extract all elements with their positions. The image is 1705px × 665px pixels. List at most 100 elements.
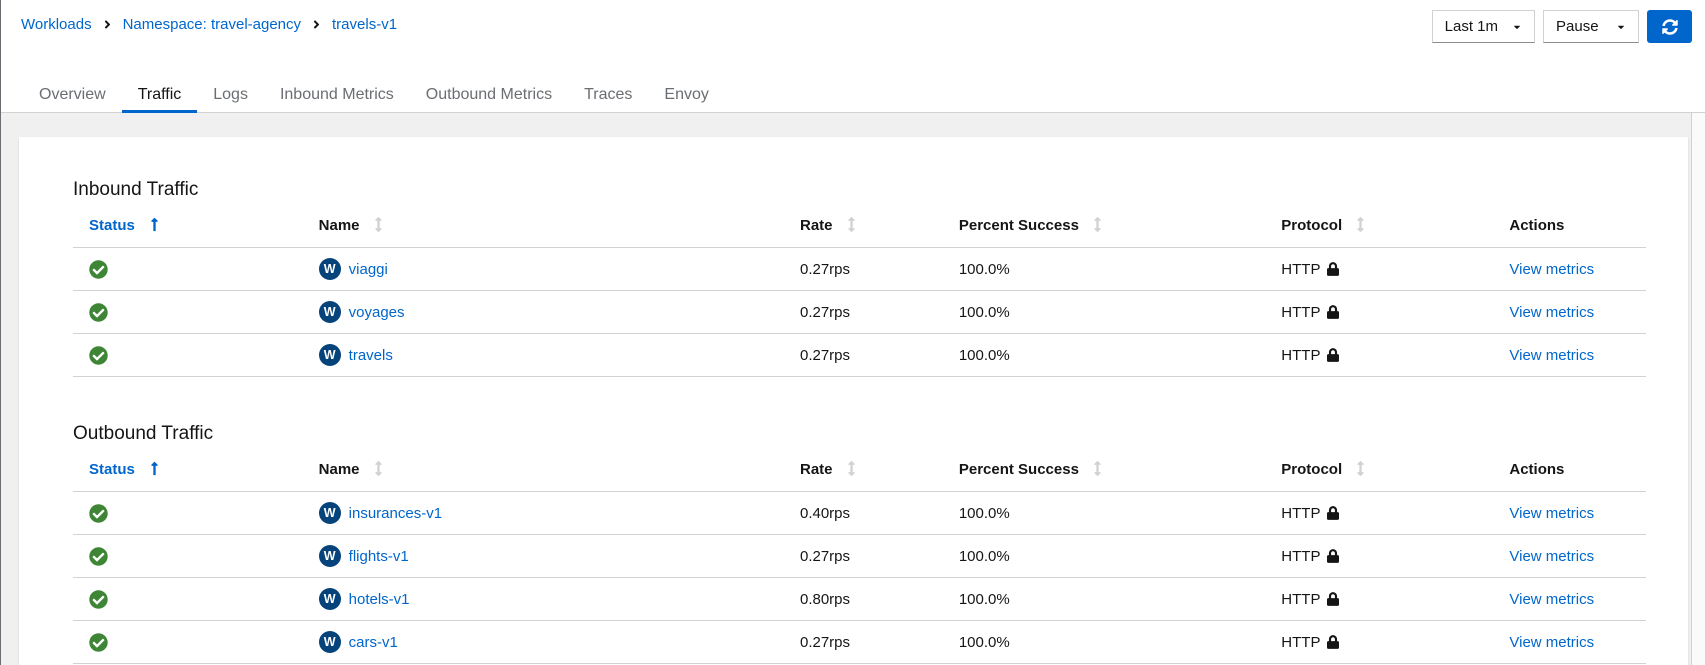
percent-success-value: 100.0%: [958, 590, 1010, 608]
scrollbar-track[interactable]: [1691, 113, 1705, 665]
lock-icon: [1327, 506, 1340, 520]
refresh-button[interactable]: [1647, 10, 1692, 43]
table-row: W voyages 0.27rps 100.0% HTTP View metri…: [73, 290, 1646, 334]
caret-down-icon: [1512, 22, 1522, 32]
workload-badge: W: [318, 301, 341, 323]
view-metrics-link[interactable]: View metrics: [1509, 505, 1594, 522]
percent-success-cell: 100.0%: [942, 491, 1266, 535]
column-header-status[interactable]: Status: [73, 209, 303, 248]
sort-icon: [1093, 461, 1102, 476]
workload-link[interactable]: flights-v1: [349, 548, 409, 565]
rate-value: 0.27rps: [799, 303, 851, 321]
tab-traces[interactable]: Traces: [568, 79, 648, 112]
rate-cell: 0.27rps: [783, 247, 943, 291]
name-cell: W hotels-v1: [302, 577, 784, 621]
rate-value: 0.27rps: [799, 346, 851, 364]
table-row: W insurances-v1 0.40rps 100.0% HTTP View…: [73, 491, 1646, 535]
column-header-rate[interactable]: Rate: [783, 453, 943, 492]
column-header-actions: Actions: [1493, 453, 1646, 492]
column-header-name[interactable]: Name: [302, 209, 784, 248]
workload-link[interactable]: hotels-v1: [349, 591, 410, 608]
tab-envoy[interactable]: Envoy: [648, 79, 724, 112]
column-header-percent-success[interactable]: Percent Success: [942, 453, 1266, 492]
table-row: W travels 0.27rps 100.0% HTTP View metri…: [73, 333, 1646, 377]
lock-icon: [1327, 348, 1340, 362]
tab-traffic[interactable]: Traffic: [121, 79, 198, 113]
percent-success-value: 100.0%: [958, 260, 1010, 278]
column-header-rate[interactable]: Rate: [783, 209, 943, 248]
actions-cell: View metrics: [1493, 577, 1646, 621]
rate-value: 0.40rps: [799, 504, 851, 522]
breadcrumb-link[interactable]: travels-v1: [332, 16, 397, 33]
workload-link[interactable]: voyages: [349, 304, 405, 321]
tab-logs[interactable]: Logs: [197, 79, 264, 112]
view-metrics-link[interactable]: View metrics: [1509, 347, 1594, 364]
view-metrics-link[interactable]: View metrics: [1509, 591, 1594, 608]
rate-cell: 0.27rps: [783, 620, 943, 664]
breadcrumb-link[interactable]: Namespace: travel-agency: [123, 16, 301, 33]
column-header-label: Percent Success: [958, 217, 1079, 234]
caret-down-icon: [1616, 22, 1626, 32]
rate-cell: 0.27rps: [783, 333, 943, 377]
protocol-value: HTTP: [1281, 633, 1321, 651]
view-metrics-link[interactable]: View metrics: [1509, 304, 1594, 321]
percent-success-cell: 100.0%: [942, 534, 1266, 578]
health-ok-icon: [89, 259, 287, 279]
protocol-value: HTTP: [1281, 260, 1321, 278]
workload-link[interactable]: cars-v1: [349, 634, 398, 651]
column-header-label: Name: [318, 217, 360, 234]
duration-select[interactable]: Last 1m: [1431, 10, 1535, 43]
percent-success-value: 100.0%: [958, 504, 1010, 522]
protocol-value: HTTP: [1281, 590, 1321, 608]
tab-label: Traces: [584, 86, 633, 103]
sort-icon: [1093, 217, 1102, 232]
name-cell: W viaggi: [302, 247, 784, 291]
percent-success-value: 100.0%: [958, 303, 1010, 321]
tab-label: Logs: [213, 86, 248, 103]
workload-link[interactable]: insurances-v1: [349, 505, 442, 522]
protocol-cell: HTTP: [1265, 577, 1494, 621]
status-cell: [73, 491, 303, 535]
column-header-label: Rate: [799, 217, 833, 234]
protocol-cell: HTTP: [1265, 534, 1494, 578]
view-metrics-link[interactable]: View metrics: [1509, 261, 1594, 278]
tab-label: Traffic: [137, 86, 182, 103]
kiali-workload-traffic-page: Workloads Namespace: travel-agency trave…: [0, 0, 1705, 665]
column-header-label: Protocol: [1281, 461, 1343, 478]
rate-cell: 0.40rps: [783, 491, 943, 535]
refresh-interval-select[interactable]: Pause: [1543, 10, 1639, 43]
outbound-traffic-section: Outbound Traffic Status Name Rate Percen…: [73, 423, 1646, 664]
tab-outbound-metrics[interactable]: Outbound Metrics: [410, 79, 568, 112]
tab-label: Envoy: [664, 86, 709, 103]
tab-overview[interactable]: Overview: [23, 79, 122, 112]
workload-badge: W: [318, 631, 341, 653]
content-area: Inbound Traffic Status Name Rate Percent…: [1, 113, 1705, 665]
rate-value: 0.27rps: [799, 633, 851, 651]
status-cell: [73, 290, 303, 334]
breadcrumb-link[interactable]: Workloads: [21, 16, 92, 33]
table-header-row: Status Name Rate Percent Success Protoco…: [73, 209, 1646, 248]
workload-link[interactable]: travels: [349, 347, 393, 364]
tab-inbound-metrics[interactable]: Inbound Metrics: [264, 79, 410, 112]
traffic-table: Status Name Rate Percent Success Protoco…: [73, 453, 1646, 664]
view-metrics-link[interactable]: View metrics: [1509, 634, 1594, 651]
name-cell: W insurances-v1: [302, 491, 784, 535]
column-header-percent-success[interactable]: Percent Success: [942, 209, 1266, 248]
lock-icon: [1327, 262, 1340, 276]
workload-link[interactable]: viaggi: [349, 261, 388, 278]
view-metrics-link[interactable]: View metrics: [1509, 548, 1594, 565]
percent-success-value: 100.0%: [958, 547, 1010, 565]
sort-icon: [1356, 217, 1365, 232]
status-cell: [73, 620, 303, 664]
rate-value: 0.27rps: [799, 260, 851, 278]
column-header-name[interactable]: Name: [302, 453, 784, 492]
column-header-protocol[interactable]: Protocol: [1265, 209, 1494, 248]
column-header-label: Protocol: [1281, 217, 1343, 234]
column-header-status[interactable]: Status: [73, 453, 303, 492]
table-row: W viaggi 0.27rps 100.0% HTTP View metric…: [73, 247, 1646, 291]
column-header-label: Status: [89, 461, 135, 478]
column-header-protocol[interactable]: Protocol: [1265, 453, 1494, 492]
rate-value: 0.27rps: [799, 547, 851, 565]
percent-success-value: 100.0%: [958, 346, 1010, 364]
tab-label: Inbound Metrics: [279, 86, 394, 103]
